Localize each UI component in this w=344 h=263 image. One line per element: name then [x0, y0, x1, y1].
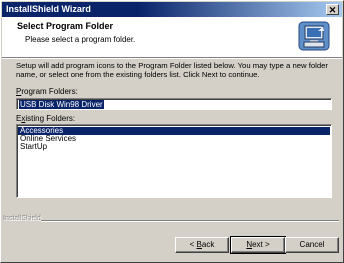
- next-button[interactable]: Next >: [230, 236, 286, 254]
- cancel-button[interactable]: Cancel: [285, 237, 339, 253]
- header-separator: [2, 58, 342, 59]
- installer-computer-icon: [298, 21, 330, 51]
- instructions-text: Setup will add program icons to the Prog…: [16, 61, 328, 79]
- list-item-online-services[interactable]: Online Services: [18, 135, 330, 143]
- back-button[interactable]: < Back: [175, 237, 229, 253]
- existing-folders-label: Existing Folders:: [16, 114, 76, 123]
- program-folder-input[interactable]: USB Disk Win98 Driver: [16, 98, 332, 110]
- page-title: Select Program Folder: [17, 21, 114, 31]
- footer-divider-highlight: [41, 221, 339, 222]
- page-subtitle: Please select a program folder.: [25, 35, 136, 44]
- wizard-header: Select Program Folder Please select a pr…: [2, 17, 342, 58]
- existing-folders-list[interactable]: Accessories Online Services StartUp: [16, 124, 332, 198]
- installshield-brand: InstallShield: [4, 216, 42, 223]
- program-folder-value: USB Disk Win98 Driver: [19, 100, 104, 109]
- installshield-wizard-window: InstallShield Wizard ✕ Select Program Fo…: [0, 0, 344, 263]
- window-title: InstallShield Wizard: [6, 4, 91, 14]
- close-button[interactable]: ✕: [326, 4, 339, 15]
- program-folder-label: Program Folders:: [16, 87, 78, 96]
- title-bar[interactable]: InstallShield Wizard ✕: [2, 2, 342, 17]
- list-item-startup[interactable]: StartUp: [18, 143, 330, 151]
